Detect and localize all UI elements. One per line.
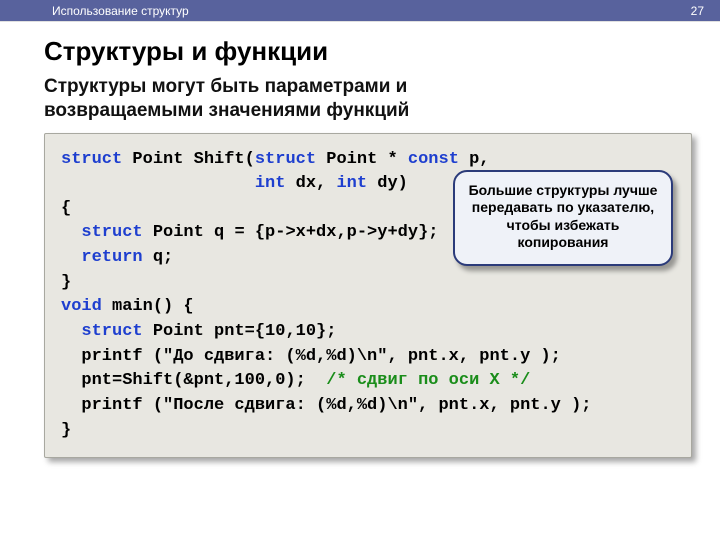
code-text: dy) xyxy=(367,174,408,193)
code-text: pnt=Shift(&pnt,100,0); xyxy=(61,371,326,390)
subtitle: Структуры могут быть параметрами и возвр… xyxy=(44,75,720,123)
slide-header: Использование структур 27 xyxy=(0,0,720,22)
kw-int: int xyxy=(336,174,367,193)
kw-const: const xyxy=(408,150,459,169)
code-comment: /* сдвиг по оси X */ xyxy=(326,371,530,390)
code-text: Point q = {p->x+dx,p->y+dy}; xyxy=(143,223,439,242)
code-text: dx, xyxy=(285,174,336,193)
code-text xyxy=(61,248,81,267)
subtitle-line: Структуры могут быть параметрами и xyxy=(44,76,407,97)
kw-void: void xyxy=(61,297,102,316)
kw-int: int xyxy=(255,174,286,193)
code-text: p, xyxy=(459,150,490,169)
kw-struct: struct xyxy=(255,150,316,169)
kw-return: return xyxy=(81,248,142,267)
breadcrumb: Использование структур xyxy=(52,4,189,18)
code-text: Point * xyxy=(316,150,408,169)
page-number: 27 xyxy=(691,4,704,18)
kw-struct: struct xyxy=(61,150,122,169)
code-text: } xyxy=(61,273,71,292)
code-text: main() { xyxy=(102,297,194,316)
code-text: { xyxy=(61,199,71,218)
code-block: struct Point Shift(struct Point * const … xyxy=(44,133,692,459)
code-text xyxy=(61,223,81,242)
kw-struct: struct xyxy=(81,223,142,242)
page-title: Структуры и функции xyxy=(44,36,720,67)
code-text xyxy=(61,322,81,341)
code-text: q; xyxy=(143,248,174,267)
kw-struct: struct xyxy=(81,322,142,341)
code-text: Point Shift( xyxy=(122,150,255,169)
callout-text: Большие структуры лучше передавать по ук… xyxy=(469,182,658,251)
code-text: } xyxy=(61,421,71,440)
subtitle-line: возвращаемыми значениями функций xyxy=(44,100,409,121)
code-text xyxy=(61,174,255,193)
code-text: printf ("После сдвига: (%d,%d)\n", pnt.x… xyxy=(61,396,592,415)
callout-box: Большие структуры лучше передавать по ук… xyxy=(453,170,673,266)
code-text: printf ("До сдвига: (%d,%d)\n", pnt.x, p… xyxy=(61,347,561,366)
code-text: Point pnt={10,10}; xyxy=(143,322,337,341)
